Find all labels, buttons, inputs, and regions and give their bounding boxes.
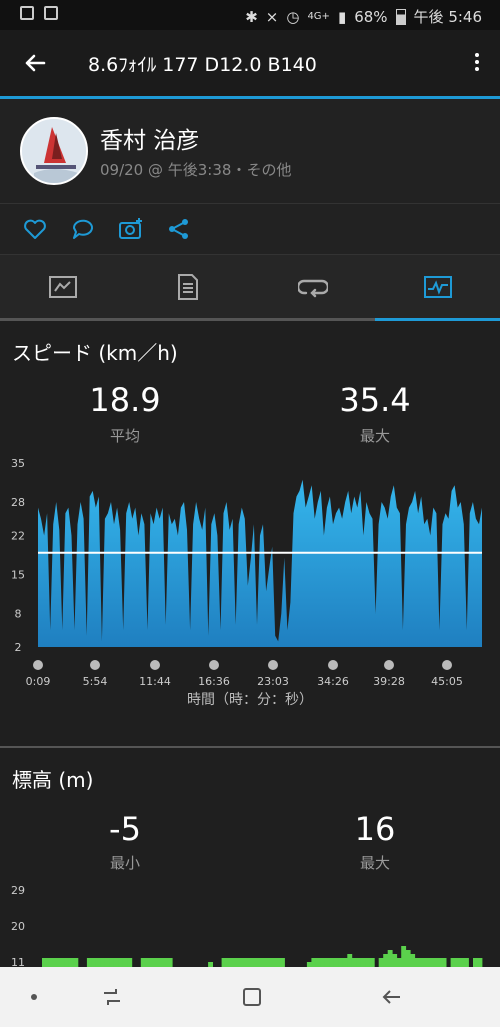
speed-x-tick-marker bbox=[328, 660, 338, 670]
elevation-chart[interactable]: 112029 bbox=[0, 878, 500, 968]
share-icon[interactable] bbox=[166, 216, 192, 242]
sim-notification-icon bbox=[44, 6, 58, 20]
speed-x-tick: 5:54 bbox=[83, 675, 108, 688]
elevation-min-label: 最小 bbox=[109, 854, 140, 872]
activity-title: 8.6ﾌｫｲﾙ 177 D12.0 B140 bbox=[88, 54, 317, 76]
comment-icon[interactable] bbox=[70, 216, 96, 242]
overflow-menu-icon[interactable] bbox=[472, 50, 482, 76]
network-label: 4G+ bbox=[307, 11, 330, 22]
avatar[interactable] bbox=[20, 117, 88, 185]
elevation-y-tick: 29 bbox=[11, 884, 25, 897]
tab-overview[interactable] bbox=[0, 255, 125, 318]
speed-x-tick: 34:26 bbox=[317, 675, 349, 688]
elevation-bar bbox=[383, 954, 389, 968]
elevation-bar bbox=[387, 950, 393, 968]
speed-x-axis-label: 時間（時：分：秒） bbox=[187, 692, 313, 708]
speed-x-tick: 23:03 bbox=[257, 675, 289, 688]
speed-x-tick-marker bbox=[442, 660, 452, 670]
speed-chart[interactable]: 28152228350:09 5:54 11:44 16:36 23:03 34:26 39… bbox=[0, 451, 500, 711]
elevation-bar bbox=[405, 950, 411, 968]
speed-y-tick: 8 bbox=[15, 608, 22, 621]
speed-x-tick: 16:36 bbox=[198, 675, 230, 688]
bluetooth-icon: ✱ bbox=[245, 7, 258, 26]
speed-series-area bbox=[38, 479, 482, 647]
nav-dot-icon[interactable] bbox=[22, 985, 46, 1009]
activity-tabs bbox=[0, 255, 500, 321]
signal-icon: ▮ bbox=[337, 7, 347, 26]
speed-x-tick: 0:09 bbox=[26, 675, 51, 688]
speed-avg-value: 18.9 bbox=[89, 381, 161, 419]
elevation-min-value: -5 bbox=[109, 810, 141, 848]
speed-y-tick: 22 bbox=[11, 529, 25, 542]
speed-max-label: 最大 bbox=[359, 427, 390, 445]
laps-loop-icon bbox=[297, 279, 328, 297]
elevation-max-label: 最大 bbox=[359, 854, 390, 872]
back-nav-icon[interactable] bbox=[380, 985, 404, 1009]
elevation-max-value: 16 bbox=[354, 810, 396, 848]
speed-x-tick-marker bbox=[150, 660, 160, 670]
system-nav-bar bbox=[0, 967, 500, 1027]
speed-x-tick-marker bbox=[33, 660, 43, 670]
elevation-title: 標高 (m) bbox=[12, 768, 94, 792]
chart-pulse-icon bbox=[423, 275, 452, 298]
speed-x-tick: 39:28 bbox=[373, 675, 405, 688]
speed-section: スピード (km／h) 18.9 平均 35.4 最大 2 8 15 22 28 35 0:… bbox=[0, 321, 500, 746]
gallery-notification-icon bbox=[20, 6, 34, 20]
document-icon bbox=[177, 273, 198, 300]
battery-percent: 68% bbox=[354, 7, 388, 26]
back-arrow-icon[interactable] bbox=[20, 48, 50, 78]
speed-avg-label: 平均 bbox=[109, 427, 140, 445]
recent-apps-icon[interactable] bbox=[100, 985, 124, 1009]
speed-x-tick-marker bbox=[209, 660, 219, 670]
tab-details[interactable] bbox=[125, 255, 250, 318]
battery-icon bbox=[395, 8, 406, 25]
elevation-y-tick: 20 bbox=[11, 920, 25, 933]
speed-y-tick: 35 bbox=[11, 457, 25, 470]
tab-laps[interactable] bbox=[250, 255, 375, 318]
mute-icon: ⨯ bbox=[265, 7, 279, 26]
elevation-bar bbox=[401, 946, 407, 968]
speed-max-value: 35.4 bbox=[339, 381, 411, 419]
speed-x-tick-marker bbox=[268, 660, 278, 670]
speed-x-tick: 45:05 bbox=[431, 675, 463, 688]
speed-x-tick-marker bbox=[90, 660, 100, 670]
overview-icon bbox=[48, 275, 77, 298]
home-icon[interactable] bbox=[240, 985, 264, 1009]
speed-title: スピード (km／h) bbox=[12, 341, 178, 365]
elevation-bar bbox=[347, 954, 353, 968]
elevation-bar bbox=[410, 954, 416, 968]
athlete-name: 香村 治彦 bbox=[100, 128, 200, 154]
elevation-section: 標高 (m) -5 最小 16 最大 11 20 29 bbox=[0, 748, 500, 968]
activity-date: 09/20 @ 午後3:38・その他 bbox=[100, 161, 292, 179]
alarm-icon: ◷ bbox=[286, 7, 300, 26]
status-bar: ✱ ⨯ ◷ 4G+ ▮ 68% 午後 5:46 bbox=[0, 0, 500, 30]
speed-y-tick: 2 bbox=[15, 641, 22, 654]
elevation-bar bbox=[392, 954, 398, 968]
speed-x-tick-marker bbox=[384, 660, 394, 670]
speed-y-tick: 28 bbox=[11, 496, 25, 509]
app-bar: 8.6ﾌｫｲﾙ 177 D12.0 B140 bbox=[0, 30, 500, 99]
speed-y-tick: 15 bbox=[11, 569, 25, 582]
tab-charts[interactable] bbox=[375, 255, 500, 318]
activity-header: 香村 治彦 09/20 @ 午後3:38・その他 bbox=[0, 99, 500, 204]
add-photo-icon[interactable] bbox=[118, 216, 144, 242]
clock: 午後 5:46 bbox=[413, 8, 482, 26]
like-heart-icon[interactable] bbox=[22, 216, 48, 242]
action-bar bbox=[0, 204, 500, 255]
speed-x-tick: 11:44 bbox=[139, 675, 171, 688]
